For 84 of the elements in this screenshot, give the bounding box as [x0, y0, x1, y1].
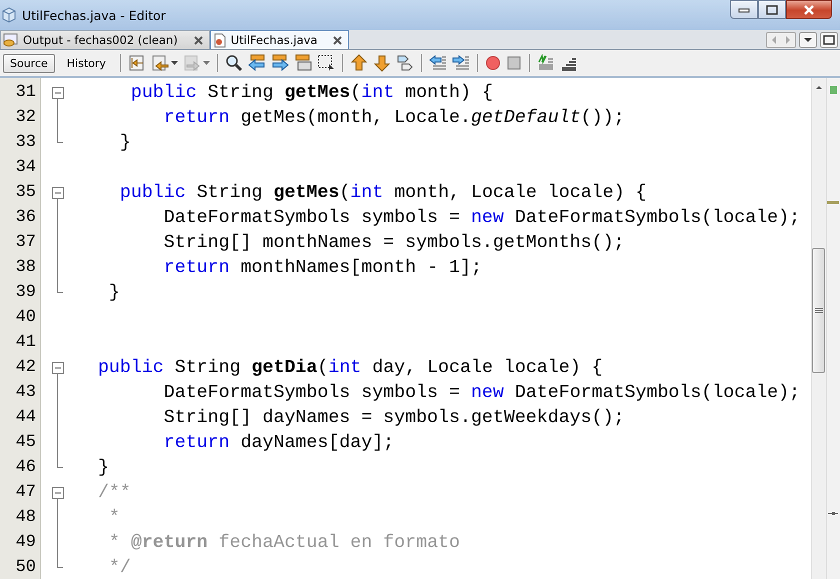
- code-line: }: [96, 458, 109, 478]
- shapes-icon[interactable]: [396, 54, 414, 72]
- close-button[interactable]: [786, 0, 832, 19]
- close-icon: [802, 4, 816, 14]
- code-line: public String getMes(int month) {: [130, 82, 493, 102]
- minimize-icon: [738, 6, 750, 12]
- code-line: DateFormatSymbols symbols = new DateFormatSymbols(locale);: [162, 208, 800, 228]
- search-icon[interactable]: [224, 54, 243, 72]
- line-number: 41: [16, 333, 36, 352]
- line-number: 33: [16, 133, 36, 152]
- previous-arrow-icon[interactable]: [248, 54, 266, 72]
- view-tab[interactable]: History: [60, 54, 113, 72]
- line-number: 50: [16, 558, 36, 577]
- caret-icon[interactable]: [202, 61, 210, 65]
- close-icon[interactable]: [194, 36, 203, 44]
- line-number: 47: [16, 483, 36, 502]
- caret-icon[interactable]: [170, 61, 178, 65]
- code-line: }: [118, 132, 131, 152]
- line-number: 39: [16, 283, 36, 302]
- outdent-icon[interactable]: [428, 54, 447, 72]
- line-number: 49: [16, 533, 36, 552]
- line-number: 46: [16, 458, 36, 477]
- line-number: 45: [16, 433, 36, 452]
- line-number: 36: [16, 208, 36, 227]
- code-line: String[] monthNames = symbols.getMonths();: [162, 232, 625, 252]
- collapse-icon[interactable]: [52, 186, 64, 198]
- lines-icon[interactable]: [536, 54, 555, 72]
- selection-icon[interactable]: [316, 54, 335, 72]
- line-number: 37: [16, 233, 36, 252]
- fold-guide: [57, 99, 63, 143]
- scrollbar[interactable]: [811, 78, 826, 579]
- code-line: return dayNames[day];: [162, 432, 394, 452]
- line-number: 32: [16, 108, 36, 127]
- maximize-icon: [766, 4, 778, 14]
- line-number: 44: [16, 408, 36, 427]
- line-number: 43: [16, 383, 36, 402]
- line-number: 31: [16, 83, 36, 102]
- line-number: 40: [16, 308, 36, 327]
- warning-mark: [827, 201, 839, 204]
- code-line: /**: [96, 482, 131, 502]
- code-line: *: [108, 508, 120, 528]
- terminal-icon: [3, 33, 19, 47]
- collapse-icon[interactable]: [52, 86, 64, 98]
- editor-tab[interactable]: UtilFechas.java: [210, 30, 350, 49]
- close-icon[interactable]: [333, 36, 342, 44]
- grip-icon: [814, 308, 822, 314]
- fold-guide: [57, 499, 63, 568]
- stack-icon[interactable]: [294, 54, 312, 72]
- stop-icon[interactable]: [506, 55, 522, 71]
- back-arrow-icon[interactable]: [150, 54, 169, 72]
- line-number: 34: [16, 158, 36, 177]
- scroll-thumb[interactable]: [812, 248, 825, 373]
- forward-arrow-icon: [182, 54, 201, 72]
- record-icon[interactable]: [484, 55, 501, 71]
- down-arrow-icon[interactable]: [372, 54, 391, 72]
- code-line: * @return fechaActual en formato: [108, 532, 460, 552]
- code-line: DateFormatSymbols symbols = new DateFormatSymbols(locale);: [162, 382, 800, 402]
- caret-mark-icon: [828, 512, 838, 515]
- indent-icon[interactable]: [452, 54, 470, 72]
- line-number: 42: [16, 358, 36, 377]
- window-title: UtilFechas.java - Editor: [22, 8, 166, 22]
- dropdown-icon[interactable]: [799, 32, 817, 48]
- collapse-icon[interactable]: [52, 486, 64, 498]
- line-number: 35: [16, 183, 36, 202]
- code-line: return getMes(month, Locale.getDefault());: [162, 108, 625, 128]
- collapse-icon[interactable]: [52, 362, 64, 374]
- line-number: 38: [16, 258, 36, 277]
- code-line: public String getMes(int month, Locale locale) {: [118, 182, 647, 202]
- code-line: return monthNames[month - 1];: [162, 258, 482, 278]
- code-line: String[] dayNames = symbols.getWeekdays();: [162, 408, 625, 428]
- code-line: */: [108, 558, 131, 578]
- maximize-icon[interactable]: [820, 32, 838, 48]
- code-line: public String getDia(int day, Locale locale) {: [96, 358, 603, 378]
- next-arrow-icon[interactable]: [270, 54, 289, 72]
- editor-tab[interactable]: Output - fechas002 (clean): [0, 30, 210, 49]
- cube-icon: [2, 7, 16, 23]
- line-number: 48: [16, 508, 36, 527]
- up-arrow-icon[interactable]: [350, 54, 368, 72]
- status-mark: [830, 86, 837, 94]
- maximize-button[interactable]: [758, 0, 786, 19]
- view-tab[interactable]: Source: [3, 54, 55, 72]
- code-line: }: [108, 282, 120, 302]
- document-icon: [212, 32, 227, 48]
- minimize-button[interactable]: [730, 0, 758, 19]
